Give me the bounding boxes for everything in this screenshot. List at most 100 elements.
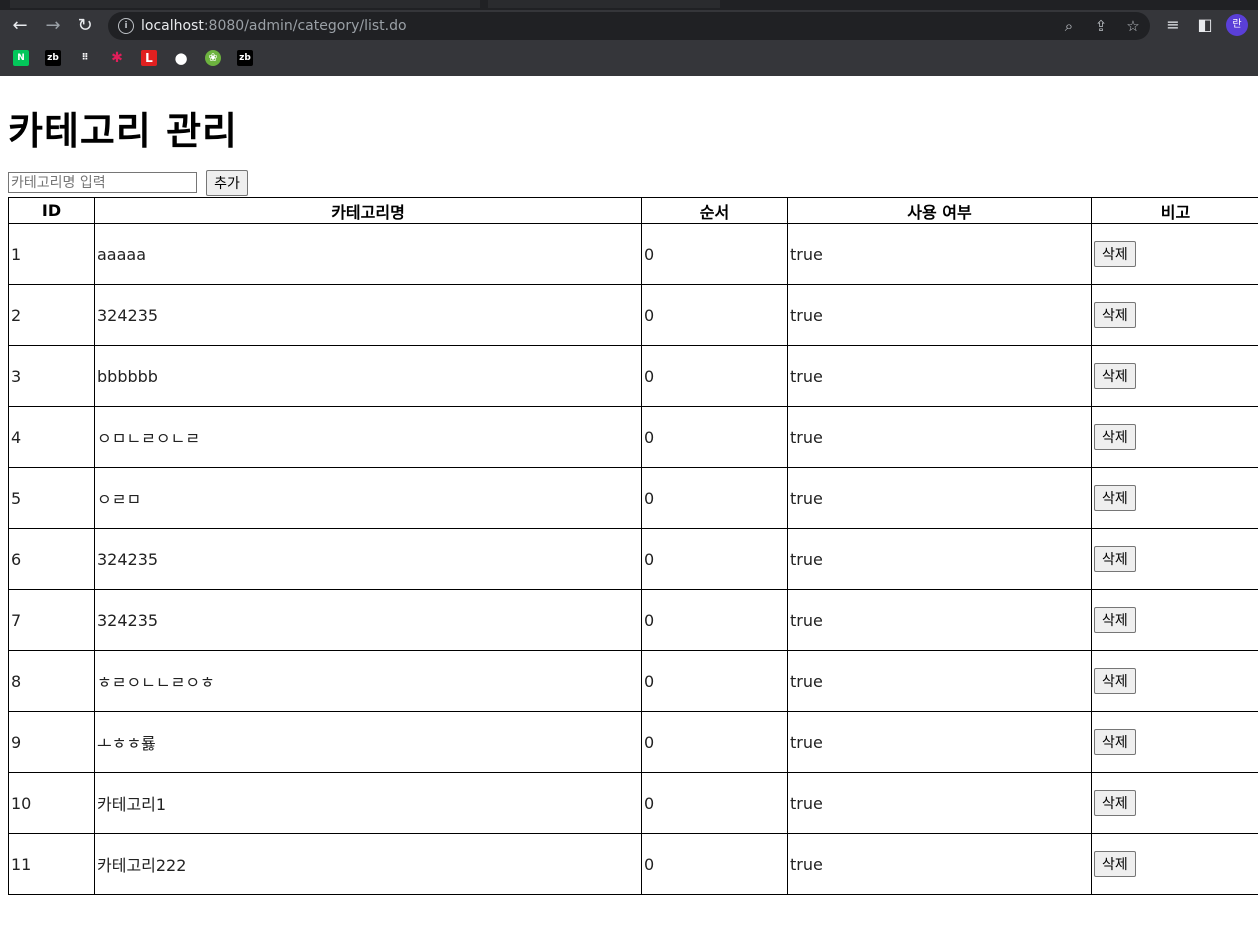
reload-icon[interactable]: ↻ [73, 14, 97, 38]
table-row: 6 324235 0 true 삭제 [8, 528, 1258, 590]
delete-button[interactable]: 삭제 [1094, 851, 1136, 877]
spring-icon[interactable]: ❀ [205, 50, 221, 66]
header-order: 순서 [641, 197, 788, 224]
cell-name: ㅗㅎㅎ룛 [94, 711, 642, 773]
l-icon[interactable]: L [141, 50, 157, 66]
bookmark-star-icon[interactable]: ☆ [1124, 17, 1142, 35]
site-info-icon[interactable]: i [118, 18, 134, 34]
cell-id: 4 [8, 406, 95, 468]
github-icon[interactable]: ● [173, 50, 189, 66]
side-panel-icon[interactable]: ◧ [1194, 14, 1216, 36]
cell-id: 11 [8, 833, 95, 895]
delete-button[interactable]: 삭제 [1094, 485, 1136, 511]
cell-actions: 삭제 [1091, 406, 1258, 468]
delete-button[interactable]: 삭제 [1094, 790, 1136, 816]
address-bar[interactable]: i localhost:8080/admin/category/list.do … [108, 12, 1150, 40]
cell-id: 7 [8, 589, 95, 651]
add-button[interactable]: 추가 [206, 170, 248, 196]
cell-name: ㅇㅁㄴㄹㅇㄴㄹ [94, 406, 642, 468]
header-category-name: 카테고리명 [94, 197, 642, 224]
cell-actions: 삭제 [1091, 223, 1258, 285]
dots-icon[interactable]: ⠿ [77, 50, 93, 66]
browser-chrome: ← → ↻ i localhost:8080/admin/category/li… [0, 0, 1258, 76]
delete-button[interactable]: 삭제 [1094, 607, 1136, 633]
share-icon[interactable]: ⇪ [1092, 17, 1110, 35]
delete-button[interactable]: 삭제 [1094, 363, 1136, 389]
cell-order: 0 [641, 772, 788, 834]
cell-name: 카테고리1 [94, 772, 642, 834]
cell-actions: 삭제 [1091, 528, 1258, 590]
cell-order: 0 [641, 650, 788, 712]
table-row: 8 ㅎㄹㅇㄴㄴㄹㅇㅎ 0 true 삭제 [8, 650, 1258, 712]
cell-name: ㅎㄹㅇㄴㄴㄹㅇㅎ [94, 650, 642, 712]
cell-name: aaaaa [94, 223, 642, 285]
cell-id: 8 [8, 650, 95, 712]
table-row: 7 324235 0 true 삭제 [8, 589, 1258, 651]
zb-icon[interactable]: zb [237, 50, 253, 66]
cell-order: 0 [641, 833, 788, 895]
url-text[interactable]: localhost:8080/admin/category/list.do [141, 12, 407, 40]
cell-used: true [787, 223, 1092, 285]
cell-order: 0 [641, 711, 788, 773]
delete-button[interactable]: 삭제 [1094, 302, 1136, 328]
delete-button[interactable]: 삭제 [1094, 668, 1136, 694]
cell-actions: 삭제 [1091, 650, 1258, 712]
header-id: ID [8, 197, 95, 224]
forward-icon[interactable]: → [41, 14, 65, 38]
cell-actions: 삭제 [1091, 711, 1258, 773]
cell-name: ㅇㄹㅁ [94, 467, 642, 529]
cell-order: 0 [641, 345, 788, 407]
table-row: 3 bbbbbb 0 true 삭제 [8, 345, 1258, 407]
cell-order: 0 [641, 223, 788, 285]
cell-actions: 삭제 [1091, 467, 1258, 529]
table-row: 5 ㅇㄹㅁ 0 true 삭제 [8, 467, 1258, 529]
cell-used: true [787, 711, 1092, 773]
cell-used: true [787, 284, 1092, 346]
zb-icon[interactable]: zb [45, 50, 61, 66]
zoom-icon[interactable]: ⌕ [1060, 17, 1078, 35]
profile-avatar[interactable]: 란 [1226, 14, 1248, 36]
cell-id: 2 [8, 284, 95, 346]
category-table: ID 카테고리명 순서 사용 여부 비고 1 aaaaa 0 true 삭제 2… [8, 197, 1258, 895]
cell-actions: 삭제 [1091, 772, 1258, 834]
cell-actions: 삭제 [1091, 833, 1258, 895]
tab-strip [0, 0, 1258, 10]
cell-id: 6 [8, 528, 95, 590]
add-category-form: 추가 [8, 170, 248, 196]
table-row: 9 ㅗㅎㅎ룛 0 true 삭제 [8, 711, 1258, 773]
cell-id: 10 [8, 772, 95, 834]
cell-order: 0 [641, 467, 788, 529]
cell-order: 0 [641, 406, 788, 468]
cell-order: 0 [641, 284, 788, 346]
cell-actions: 삭제 [1091, 284, 1258, 346]
cell-name: 324235 [94, 589, 642, 651]
delete-button[interactable]: 삭제 [1094, 546, 1136, 572]
cell-used: true [787, 650, 1092, 712]
cell-used: true [787, 589, 1092, 651]
delete-button[interactable]: 삭제 [1094, 729, 1136, 755]
table-row: 4 ㅇㅁㄴㄹㅇㄴㄹ 0 true 삭제 [8, 406, 1258, 468]
cell-name: 324235 [94, 284, 642, 346]
cell-used: true [787, 345, 1092, 407]
naver-icon[interactable]: N [13, 50, 29, 66]
cell-id: 9 [8, 711, 95, 773]
table-row: 10 카테고리1 0 true 삭제 [8, 772, 1258, 834]
cell-id: 5 [8, 467, 95, 529]
delete-button[interactable]: 삭제 [1094, 241, 1136, 267]
cell-used: true [787, 528, 1092, 590]
back-icon[interactable]: ← [8, 14, 32, 38]
cell-actions: 삭제 [1091, 589, 1258, 651]
cell-used: true [787, 772, 1092, 834]
cell-used: true [787, 406, 1092, 468]
cell-used: true [787, 833, 1092, 895]
url-path: :8080/admin/category/list.do [203, 18, 407, 34]
table-row: 2 324235 0 true 삭제 [8, 284, 1258, 346]
cell-used: true [787, 467, 1092, 529]
cell-name: bbbbbb [94, 345, 642, 407]
category-name-input[interactable] [8, 172, 197, 193]
delete-button[interactable]: 삭제 [1094, 424, 1136, 450]
table-header-row: ID 카테고리명 순서 사용 여부 비고 [8, 197, 1258, 224]
slack-icon[interactable]: ✱ [109, 50, 125, 66]
reading-list-icon[interactable]: ≡ [1162, 14, 1184, 36]
cell-order: 0 [641, 528, 788, 590]
